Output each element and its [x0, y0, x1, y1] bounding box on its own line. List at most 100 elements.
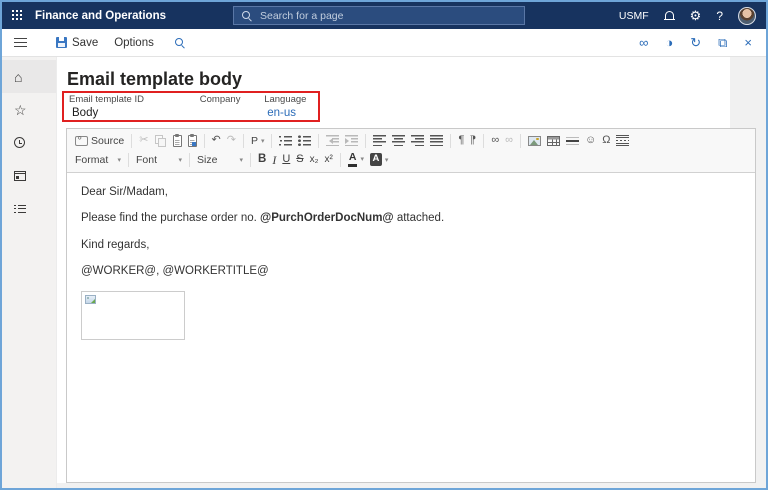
- page-break-button[interactable]: [613, 134, 632, 147]
- settings-gear-icon[interactable]: ⚙: [690, 9, 702, 22]
- align-justify-button[interactable]: [427, 134, 446, 147]
- unlink-button[interactable]: ∞: [502, 134, 516, 147]
- search-icon: [241, 10, 252, 21]
- strikethrough-button[interactable]: S: [293, 153, 306, 166]
- refresh-icon[interactable]: ↻: [690, 36, 701, 49]
- open-new-window-icon[interactable]: ⧉: [718, 36, 727, 49]
- toolbar-separator: [131, 133, 133, 148]
- ltr-paragraph-button[interactable]: ¶: [455, 134, 467, 147]
- decrease-indent-icon: [326, 135, 340, 146]
- undo-button[interactable]: ↶: [209, 134, 224, 147]
- format-dropdown[interactable]: Format ▾: [72, 153, 124, 167]
- italic-button[interactable]: I: [269, 153, 279, 167]
- contrast-icon[interactable]: ◑: [665, 36, 673, 49]
- waffle-icon[interactable]: [12, 10, 23, 21]
- insert-table-icon: [547, 135, 560, 146]
- options-button[interactable]: Options: [114, 37, 154, 49]
- align-justify-icon: [430, 135, 444, 146]
- align-center-button[interactable]: [389, 134, 408, 147]
- align-left-button[interactable]: [370, 134, 389, 147]
- background-color-dropdown[interactable]: A ▾: [367, 152, 391, 166]
- superscript-button[interactable]: x²: [322, 154, 336, 166]
- copy-button[interactable]: [152, 134, 170, 148]
- paste-button[interactable]: [170, 134, 185, 148]
- text-color-dropdown[interactable]: A ▾: [345, 151, 367, 167]
- smiley-button[interactable]: ☺: [582, 134, 599, 147]
- italic-icon: I: [272, 152, 277, 167]
- home-icon: ⌂: [14, 68, 23, 85]
- source-button[interactable]: Source: [72, 134, 127, 148]
- sidebar-item-favorites[interactable]: ☆: [2, 93, 56, 126]
- actionbar-right-icons: ∞ ◑ ↻ ⧉ ×: [639, 36, 766, 49]
- caret-down-icon: ▾: [239, 156, 243, 164]
- app-title: Finance and Operations: [35, 9, 166, 22]
- editor-paragraph: Dear Sir/Madam,: [81, 186, 168, 198]
- notifications-icon[interactable]: [663, 10, 675, 22]
- text-color-icon: A: [347, 152, 358, 167]
- numbered-list-icon: [279, 135, 293, 146]
- paste-from-word-button[interactable]: [185, 134, 200, 148]
- close-icon[interactable]: ×: [744, 36, 752, 49]
- attachments-icon[interactable]: ∞: [639, 36, 648, 49]
- global-search-box[interactable]: [233, 6, 525, 25]
- horizontal-rule-button[interactable]: [563, 135, 582, 147]
- increase-indent-button[interactable]: [342, 134, 361, 147]
- nav-sidebar: ⌂ ☆: [2, 57, 56, 488]
- align-right-button[interactable]: [408, 134, 427, 147]
- ltr-paragraph-icon: ¶: [458, 134, 465, 146]
- insert-image-button[interactable]: [525, 135, 544, 147]
- toolbar-separator: [520, 133, 521, 148]
- scrollbar-gutter[interactable]: [755, 128, 766, 488]
- sidebar-item-recent[interactable]: [2, 126, 56, 159]
- paragraph-format-dropdown[interactable]: P ▾: [248, 134, 268, 148]
- insert-table-button[interactable]: [544, 135, 563, 147]
- sidebar-item-modules[interactable]: [2, 192, 56, 225]
- unlink-icon: ∞: [505, 134, 513, 146]
- background-strip: [57, 483, 755, 488]
- email-template-id-value[interactable]: Body: [69, 107, 200, 119]
- sidebar-item-workspaces[interactable]: [2, 159, 56, 192]
- editor-body-text: Dear Sir/Madam, Please find the purchase …: [81, 185, 741, 279]
- toolbar-separator: [483, 133, 485, 148]
- nav-hamburger-icon[interactable]: [14, 38, 27, 47]
- actionbar-search-button[interactable]: [174, 37, 185, 48]
- sidebar-item-home[interactable]: ⌂: [2, 60, 56, 93]
- size-dropdown[interactable]: Size ▾: [194, 153, 246, 167]
- font-dropdown[interactable]: Font ▾: [133, 153, 185, 167]
- language-field[interactable]: Language en-us: [264, 94, 313, 119]
- company-field[interactable]: Company: [200, 94, 264, 119]
- language-value-link[interactable]: en-us: [264, 107, 313, 119]
- save-button[interactable]: Save: [56, 37, 98, 49]
- link-button[interactable]: ∞: [488, 134, 502, 147]
- decrease-indent-button[interactable]: [323, 134, 342, 147]
- editor-paragraph: @WORKER@, @WORKERTITLE@: [81, 265, 269, 278]
- user-avatar[interactable]: [738, 6, 756, 25]
- toolbar-separator: [318, 133, 320, 148]
- help-icon[interactable]: ?: [716, 9, 723, 23]
- redo-button[interactable]: ↷: [224, 134, 239, 147]
- special-character-button[interactable]: Ω: [599, 134, 613, 147]
- editor-paragraph: Kind regards,: [81, 238, 150, 251]
- rich-text-editor: Source ✂ ↶↷ P▾ ¶ ¶ ∞∞ ☺Ω Format▾ Font▾ Size▾ BIUSx₂…: [66, 128, 756, 483]
- numbered-list-button[interactable]: [276, 134, 295, 147]
- email-template-id-field[interactable]: Email template ID Body: [69, 94, 200, 119]
- editor-toolbar: Source ✂ ↶↷ P▾ ¶ ¶ ∞∞ ☺Ω Format▾ Font▾ Size▾ BIUSx₂…: [67, 129, 755, 173]
- toolbar-separator: [271, 133, 273, 148]
- template-fields-annotation-box: Email template ID Body Company Language …: [62, 91, 320, 122]
- bulleted-list-button[interactable]: [295, 134, 314, 147]
- rtl-paragraph-button[interactable]: ¶: [467, 134, 479, 147]
- subscript-button[interactable]: x₂: [307, 154, 322, 166]
- global-search-input[interactable]: [258, 8, 517, 23]
- top-navigation-bar: Finance and Operations USMF ⚙ ?: [2, 2, 766, 29]
- smiley-icon: ☺: [585, 134, 597, 146]
- strikethrough-icon: S: [296, 153, 304, 165]
- save-icon: [56, 37, 67, 48]
- rtl-paragraph-icon: ¶: [470, 134, 477, 146]
- bold-button[interactable]: B: [255, 153, 269, 167]
- underline-button[interactable]: U: [279, 153, 293, 166]
- main-area: ⌂ ☆ Email template body Email template ID…: [2, 57, 766, 488]
- editor-content-area[interactable]: Dear Sir/Madam, Please find the purchase …: [67, 173, 755, 482]
- cut-button[interactable]: ✂: [136, 134, 151, 147]
- broken-image-placeholder[interactable]: [81, 290, 185, 340]
- company-picker[interactable]: USMF: [619, 10, 649, 22]
